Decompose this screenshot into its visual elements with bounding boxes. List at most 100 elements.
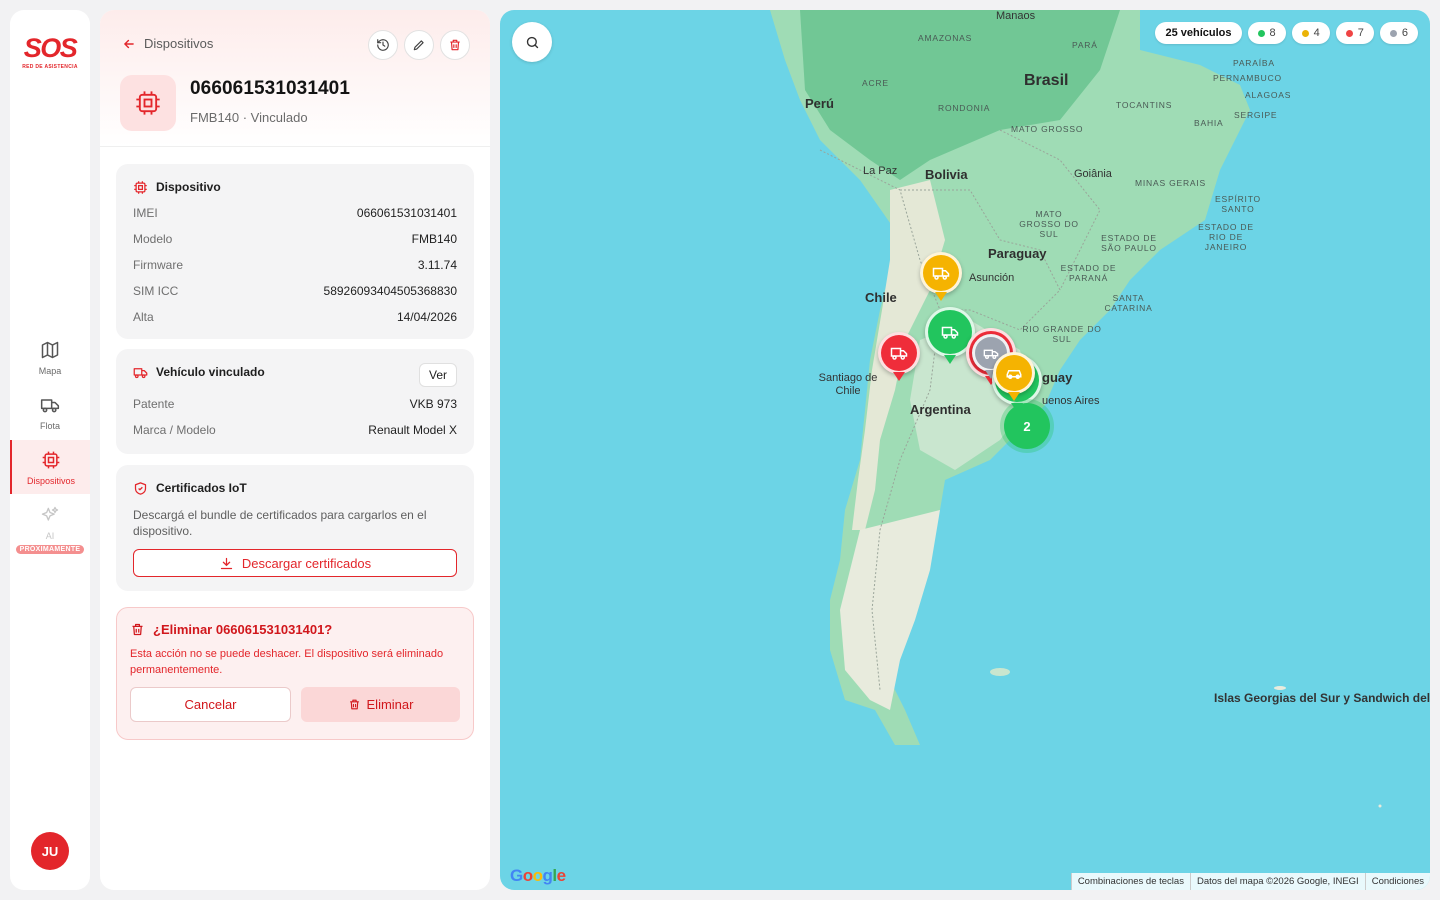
- status-pill-green[interactable]: 8: [1247, 22, 1286, 44]
- shield-icon: [134, 481, 147, 495]
- map-label: uenos Aires: [1042, 395, 1100, 407]
- status-dot: [1345, 29, 1353, 37]
- map-label: PARÁ: [1072, 40, 1098, 50]
- map-label: guay: [1042, 370, 1073, 385]
- map-label: Perú: [805, 96, 834, 111]
- truck-icon: [890, 347, 908, 360]
- map-view[interactable]: Manaos AMAZONAS PARÁ PARAÍBA PERNAMBUCO …: [500, 10, 1430, 890]
- view-vehicle-button[interactable]: Ver: [418, 363, 457, 387]
- status-dot: [1257, 29, 1265, 37]
- logo-subtitle: RED DE ASISTENCIA: [22, 64, 78, 70]
- nav-label: Flota: [39, 421, 60, 431]
- user-avatar[interactable]: JU: [31, 832, 69, 870]
- search-icon: [526, 36, 538, 48]
- map-label: PARAÍBA: [1233, 58, 1275, 68]
- map-label: AMAZONAS: [918, 33, 973, 43]
- map-label: RIO GRANDE DO SUL: [1022, 324, 1102, 344]
- nav-label: AI: [45, 531, 55, 541]
- info-row-firmware: Firmware 3.11.74: [133, 252, 457, 278]
- map-label: Asunción: [969, 272, 1015, 284]
- map-label: Manaos: [996, 10, 1036, 22]
- sos-logo[interactable]: SOS RED DE ASISTENCIA: [10, 34, 90, 70]
- map-label: ACRE: [862, 78, 889, 88]
- back-link[interactable]: Dispositivos: [122, 36, 213, 51]
- truck-icon: [941, 326, 959, 339]
- info-row-sim: SIM ICC 58926093404505368830: [133, 278, 457, 304]
- delete-confirm-actions: Cancelar Eliminar: [130, 687, 460, 722]
- vehicle-marker[interactable]: [878, 332, 920, 381]
- map-label: ESPÍRITO SANTO: [1215, 194, 1261, 214]
- logo-text: SOS: [23, 33, 78, 63]
- back-label: Dispositivos: [144, 36, 214, 51]
- cancel-button[interactable]: Cancelar: [130, 687, 291, 722]
- truck-icon: [932, 267, 950, 280]
- delete-confirm-title-text: ¿Eliminar 066061531031401?: [153, 622, 333, 637]
- map-label: Goiânia: [1074, 168, 1112, 180]
- truck-icon: [133, 367, 148, 378]
- delete-button[interactable]: [440, 30, 470, 60]
- vehicle-marker[interactable]: [993, 352, 1035, 401]
- info-row-marca-modelo: Marca / Modelo Renault Model X: [133, 417, 457, 443]
- confirm-delete-label: Eliminar: [366, 697, 414, 712]
- download-certificates-button[interactable]: Descargar certificados: [133, 549, 457, 577]
- status-count: 4: [1313, 27, 1320, 39]
- edit-button[interactable]: [404, 30, 434, 60]
- status-pill-red[interactable]: 7: [1335, 22, 1374, 44]
- vehicle-marker[interactable]: [920, 252, 962, 301]
- map-label: RONDONIA: [938, 103, 991, 113]
- map-label: Islas Georgias del Sur y Sandwich del Su…: [1214, 691, 1430, 705]
- row-key: SIM ICC: [133, 284, 179, 298]
- row-key: Alta: [133, 310, 154, 324]
- keyboard-shortcuts-link[interactable]: Combinaciones de teclas: [1070, 873, 1190, 890]
- chip-icon: [136, 91, 160, 115]
- row-value: 14/04/2026: [396, 310, 457, 324]
- nav-item-dispositivos[interactable]: Dispositivos: [10, 440, 90, 494]
- row-value: 58926093404505368830: [323, 284, 457, 298]
- map-label: Brasil: [1024, 72, 1069, 89]
- map-label: TOCANTINS: [1116, 100, 1173, 110]
- row-key: Marca / Modelo: [133, 423, 216, 437]
- iot-certificates-card: Certificados IoT Descargá el bundle de c…: [116, 465, 474, 591]
- chip-icon: [42, 451, 60, 469]
- map-label: La Paz: [863, 165, 898, 177]
- card-title-text: Dispositivo: [156, 180, 221, 194]
- map-label: MINAS GERAIS: [1135, 178, 1207, 188]
- confirm-delete-button[interactable]: Eliminar: [301, 687, 460, 722]
- card-title-text: Certificados IoT: [156, 481, 247, 495]
- total-vehicles-pill[interactable]: 25 vehículos: [1155, 22, 1242, 44]
- row-key: Patente: [133, 397, 175, 411]
- trash-icon: [450, 39, 460, 51]
- status-count: 7: [1357, 27, 1364, 39]
- info-row-imei: IMEI 066061531031401: [133, 200, 457, 226]
- terms-link[interactable]: Condiciones: [1364, 873, 1430, 890]
- card-title-text: Vehículo vinculado: [156, 365, 265, 379]
- download-label: Descargar certificados: [241, 555, 372, 571]
- map-label: MATO GROSSO DO SUL: [1019, 209, 1079, 239]
- car-icon: [1006, 370, 1022, 379]
- arrow-left-icon: [123, 39, 134, 48]
- row-value: FMB140: [411, 232, 457, 246]
- google-logo[interactable]: Google: [510, 866, 566, 886]
- device-title: 066061531031401: [190, 78, 351, 99]
- map-search-button[interactable]: [512, 22, 552, 62]
- status-pill-yellow[interactable]: 4: [1291, 22, 1330, 44]
- nav-item-mapa[interactable]: Mapa: [10, 340, 90, 392]
- row-value: 066061531031401: [356, 206, 457, 220]
- nav-label: Mapa: [38, 366, 62, 376]
- history-button[interactable]: [368, 30, 398, 60]
- status-pill-gray[interactable]: 6: [1379, 22, 1418, 44]
- device-subtitle: FMB140 · Vinculado: [190, 110, 308, 125]
- map-label: BAHIA: [1194, 118, 1224, 128]
- nav-rail: SOS RED DE ASISTENCIA Mapa Flota Disposi…: [10, 10, 90, 890]
- map-label: Santiago de Chile: [818, 372, 878, 397]
- panel-header: Dispositivos 066061531031401 FMB140 · Vi…: [100, 10, 490, 147]
- info-row-patente: Patente VKB 973: [133, 391, 457, 417]
- map-label: Chile: [865, 290, 897, 305]
- device-detail-panel: Dispositivos 066061531031401 FMB140 · Vi…: [100, 10, 490, 890]
- map-label: ALAGOAS: [1245, 90, 1292, 100]
- row-value: 3.11.74: [417, 258, 457, 272]
- nav-item-ai: AI PRÓXIMAMENTE: [10, 505, 90, 557]
- vehicle-cluster[interactable]: 2: [1004, 403, 1050, 449]
- pencil-icon: [413, 40, 424, 51]
- chip-icon: [134, 180, 147, 194]
